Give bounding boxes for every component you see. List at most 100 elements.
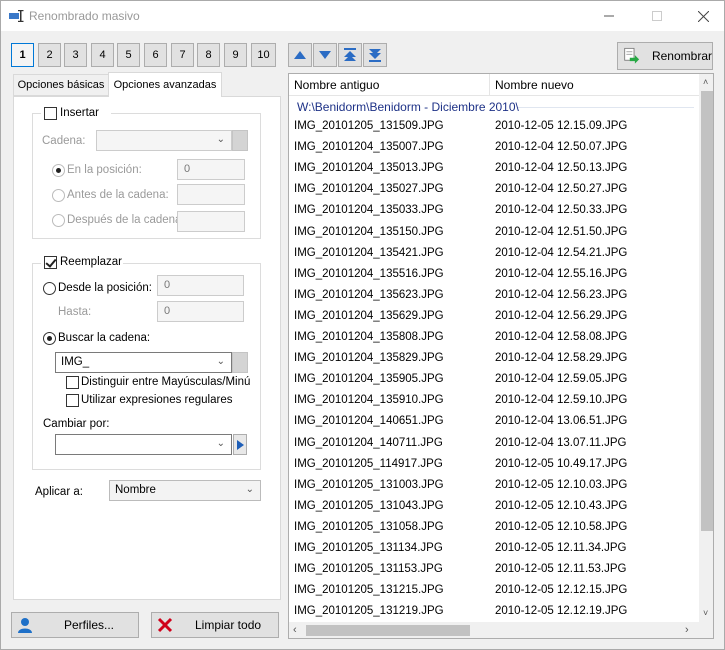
insert-before-radio[interactable]	[52, 189, 65, 202]
scroll-left-icon[interactable]: ‹	[293, 624, 297, 636]
scroll-up-icon[interactable]: ˄	[703, 77, 708, 87]
chevron-down-icon: ⌄	[245, 484, 254, 495]
preset-tab-1[interactable]: 1	[11, 43, 34, 67]
preset-tab-5[interactable]: 5	[117, 43, 140, 67]
file-list-header: Nombre antiguo Nombre nuevo	[289, 74, 699, 96]
chevron-down-icon: ⌄	[216, 438, 225, 449]
preset-tab-6[interactable]: 6	[144, 43, 167, 67]
scroll-right-icon[interactable]: ›	[685, 624, 689, 636]
folder-group-header[interactable]: W:\Benidorm\Benidorm - Diciembre 2010\	[297, 100, 519, 114]
insert-after-field[interactable]	[177, 211, 245, 232]
table-row[interactable]: IMG_20101204_140711.JPG 2010-12-04 13.07.…	[289, 434, 699, 455]
table-row[interactable]: IMG_20101204_135623.JPG 2010-12-04 12.56.…	[289, 286, 699, 307]
insert-chain-label: Cadena:	[42, 135, 86, 147]
scroll-down-icon[interactable]: ˅	[703, 608, 708, 618]
table-row[interactable]: IMG_20101205_114917.JPG 2010-12-05 10.49.…	[289, 455, 699, 476]
vertical-scroll-thumb[interactable]	[701, 91, 713, 531]
horizontal-scroll-thumb[interactable]	[306, 625, 470, 636]
table-row[interactable]: IMG_20101205_131219.JPG 2010-12-05 12.12.…	[289, 602, 699, 623]
from-position-radio[interactable]	[43, 282, 56, 295]
old-name-cell: IMG_20101204_135629.JPG	[294, 309, 444, 322]
table-row[interactable]: IMG_20101204_135007.JPG 2010-12-04 12.50.…	[289, 138, 699, 159]
move-up-button[interactable]	[288, 43, 312, 67]
new-name-cell: 2010-12-04 12.56.23.JPG	[495, 288, 628, 301]
vertical-scrollbar[interactable]: ˄ ˅	[699, 74, 713, 622]
clear-all-button[interactable]: Limpiar todo	[151, 612, 279, 638]
table-row[interactable]: IMG_20101204_135829.JPG 2010-12-04 12.58.…	[289, 349, 699, 370]
table-row[interactable]: IMG_20101204_135013.JPG 2010-12-04 12.50.…	[289, 159, 699, 180]
new-name-cell: 2010-12-05 12.15.09.JPG	[495, 120, 628, 132]
apply-to-select[interactable]: Nombre ⌄	[109, 480, 261, 501]
table-row[interactable]: IMG_20101205_131215.JPG 2010-12-05 12.12.…	[289, 581, 699, 602]
table-row[interactable]: IMG_20101204_135808.JPG 2010-12-04 12.58.…	[289, 328, 699, 349]
preset-tab-10[interactable]: 10	[251, 43, 276, 67]
regex-checkbox[interactable]	[66, 394, 79, 407]
table-row[interactable]: IMG_20101204_140651.JPG 2010-12-04 13.06.…	[289, 412, 699, 433]
from-position-field[interactable]: 0	[157, 275, 244, 296]
profiles-button[interactable]: Perfiles...	[11, 612, 139, 638]
preset-tab-3[interactable]: 3	[64, 43, 87, 67]
table-row[interactable]: IMG_20101205_131043.JPG 2010-12-05 12.10.…	[289, 497, 699, 518]
preset-tab-9[interactable]: 9	[224, 43, 247, 67]
column-old-name[interactable]: Nombre antiguo	[289, 74, 490, 96]
insert-token-button[interactable]	[233, 434, 247, 455]
table-row[interactable]: IMG_20101204_135905.JPG 2010-12-04 12.59.…	[289, 370, 699, 391]
case-sensitive-checkbox[interactable]	[66, 376, 79, 389]
maximize-button[interactable]	[634, 1, 680, 31]
insert-after-radio[interactable]	[52, 214, 65, 227]
new-name-cell: 2010-12-05 10.49.17.JPG	[495, 457, 628, 470]
insert-position-label: En la posición:	[67, 164, 142, 176]
close-button[interactable]	[680, 1, 725, 31]
search-string-combo[interactable]: IMG_ ⌄	[55, 352, 232, 373]
table-row[interactable]: IMG_20101205_131153.JPG 2010-12-05 12.11.…	[289, 560, 699, 581]
old-name-cell: IMG_20101204_135829.JPG	[294, 352, 444, 365]
table-row[interactable]: IMG_20101205_131058.JPG 2010-12-05 12.10.…	[289, 518, 699, 539]
table-row[interactable]: IMG_20101205_131003.JPG 2010-12-05 12.10.…	[289, 476, 699, 497]
from-position-label: Desde la posición:	[58, 282, 152, 294]
replace-label: Reemplazar	[60, 256, 122, 268]
table-row[interactable]: IMG_20101205_131134.JPG 2010-12-05 12.11.…	[289, 539, 699, 560]
table-row[interactable]: IMG_20101204_135910.JPG 2010-12-04 12.59.…	[289, 391, 699, 412]
until-field[interactable]: 0	[157, 301, 244, 322]
insert-before-label: Antes de la cadena:	[67, 189, 169, 201]
insert-checkbox[interactable]	[44, 107, 57, 120]
change-to-label: Cambiar por:	[43, 418, 110, 430]
preset-tab-2[interactable]: 2	[38, 43, 61, 67]
search-string-radio[interactable]	[43, 332, 56, 345]
new-name-cell: 2010-12-04 12.58.29.JPG	[495, 352, 628, 365]
column-new-name[interactable]: Nombre nuevo	[490, 74, 699, 96]
tab-basic-options[interactable]: Opciones básicas	[13, 74, 109, 96]
new-name-cell: 2010-12-04 12.51.50.JPG	[495, 225, 628, 238]
table-row[interactable]: IMG_20101205_131509.JPG 2010-12-05 12.15.…	[289, 117, 699, 138]
horizontal-scrollbar[interactable]: ‹ ›	[289, 622, 699, 638]
table-row[interactable]: IMG_20101204_135421.JPG 2010-12-04 12.54.…	[289, 244, 699, 265]
minimize-button[interactable]	[586, 1, 632, 31]
new-name-cell: 2010-12-04 12.59.10.JPG	[495, 394, 628, 407]
insert-chain-side-button[interactable]	[232, 130, 248, 151]
search-string-side-button[interactable]	[232, 352, 248, 373]
insert-position-field[interactable]: 0	[177, 159, 245, 180]
table-row[interactable]: IMG_20101204_135027.JPG 2010-12-04 12.50.…	[289, 180, 699, 201]
insert-before-field[interactable]	[177, 184, 245, 205]
tab-advanced-options[interactable]: Opciones avanzadas	[108, 72, 222, 97]
table-row[interactable]: IMG_20101204_135629.JPG 2010-12-04 12.56.…	[289, 307, 699, 328]
table-row[interactable]: IMG_20101204_135516.JPG 2010-12-04 12.55.…	[289, 265, 699, 286]
title-bar: Renombrado masivo	[1, 1, 724, 31]
move-down-button[interactable]	[313, 43, 337, 67]
table-row[interactable]: IMG_20101204_135033.JPG 2010-12-04 12.50.…	[289, 201, 699, 222]
preset-tab-7[interactable]: 7	[171, 43, 194, 67]
replace-checkbox[interactable]	[44, 256, 57, 269]
insert-chain-combo[interactable]: ⌄	[96, 130, 232, 151]
table-row[interactable]: IMG_20101204_135150.JPG 2010-12-04 12.51.…	[289, 223, 699, 244]
file-list[interactable]: Nombre antiguo Nombre nuevo W:\Benidorm\…	[288, 73, 714, 639]
move-bottom-button[interactable]	[363, 43, 387, 67]
move-top-button[interactable]	[338, 43, 362, 67]
chevron-down-icon: ⌄	[216, 134, 225, 145]
rename-button[interactable]: Renombrar	[617, 42, 713, 70]
preset-tab-4[interactable]: 4	[91, 43, 114, 67]
change-to-combo[interactable]: ⌄	[55, 434, 232, 455]
insert-at-position-radio[interactable]	[52, 164, 65, 177]
until-label: Hasta:	[58, 306, 92, 318]
preset-tab-8[interactable]: 8	[197, 43, 220, 67]
chevron-down-icon: ⌄	[216, 356, 225, 367]
